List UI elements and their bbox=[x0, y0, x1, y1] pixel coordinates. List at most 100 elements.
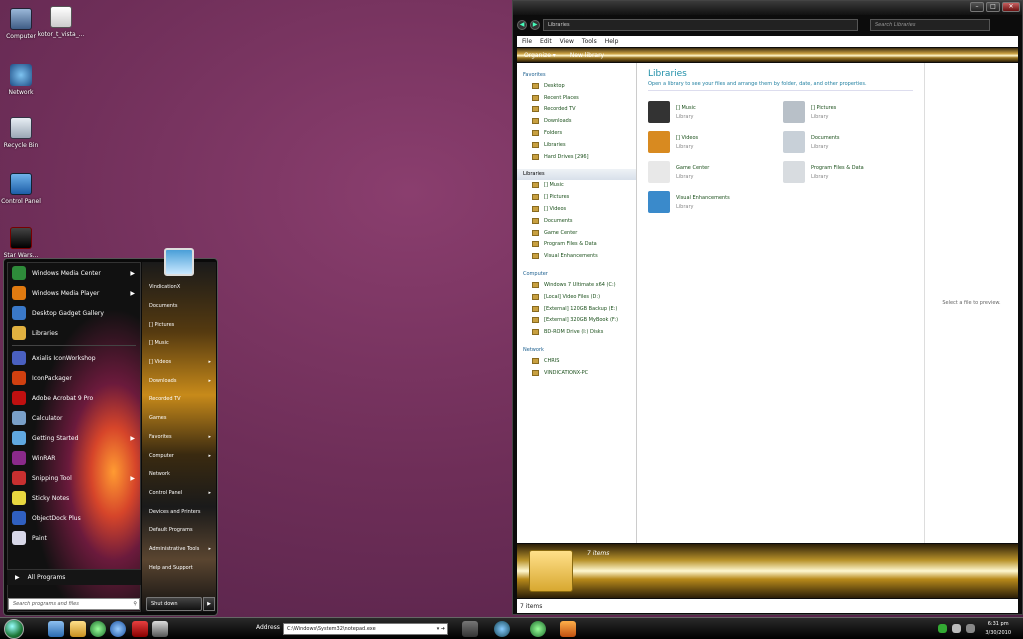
start-place-item[interactable]: Recorded TV bbox=[142, 390, 216, 409]
nav-item[interactable]: Program Files & Data bbox=[517, 239, 636, 251]
start-program-item[interactable]: Calculator bbox=[8, 408, 140, 428]
nav-item[interactable]: VINDICATIONX-PC bbox=[517, 367, 636, 379]
back-button[interactable]: ◀ bbox=[517, 20, 527, 30]
nav-item[interactable]: Libraries bbox=[517, 139, 636, 151]
start-place-item[interactable]: VindicationX bbox=[142, 278, 216, 297]
start-place-item[interactable]: Default Programs bbox=[142, 521, 216, 540]
nav-libraries-header[interactable]: Libraries bbox=[517, 168, 636, 180]
start-program-item[interactable]: Windows Media Center ▶ bbox=[8, 263, 140, 283]
nav-computer-header[interactable]: Computer bbox=[517, 268, 636, 279]
search-input[interactable]: Search Libraries bbox=[870, 19, 990, 31]
start-program-item[interactable]: Snipping Tool ▶ bbox=[8, 468, 140, 488]
start-program-item[interactable]: ObjectDock Plus bbox=[8, 508, 140, 528]
window-taskbar-icon[interactable] bbox=[462, 621, 478, 637]
forward-button[interactable]: ▶ bbox=[530, 20, 540, 30]
menu-tools[interactable]: Tools bbox=[582, 38, 597, 45]
start-button[interactable] bbox=[4, 619, 24, 639]
start-place-item[interactable]: Downloads ▸ bbox=[142, 371, 216, 390]
nav-item[interactable]: Hard Drives [296] bbox=[517, 151, 636, 163]
minimize-button[interactable]: – bbox=[970, 2, 984, 12]
menu-file[interactable]: File bbox=[522, 38, 532, 45]
media-center-running-taskbar-icon[interactable] bbox=[530, 621, 546, 637]
start-place-item[interactable]: Documents bbox=[142, 297, 216, 316]
new-library-button[interactable]: New library bbox=[570, 52, 604, 59]
volume-icon[interactable] bbox=[952, 624, 961, 633]
nav-item[interactable]: Desktop bbox=[517, 80, 636, 92]
address-bar[interactable]: Libraries bbox=[543, 19, 858, 31]
user-avatar[interactable] bbox=[164, 248, 194, 276]
nav-item[interactable]: Recorded TV bbox=[517, 104, 636, 116]
desktop-icon-network[interactable]: Network bbox=[0, 64, 46, 96]
start-program-item[interactable]: Getting Started ▶ bbox=[8, 428, 140, 448]
start-place-item[interactable]: Devices and Printers bbox=[142, 502, 216, 521]
nav-item[interactable]: [External] 320GB MyBook (F:) bbox=[517, 315, 636, 327]
nav-item[interactable]: [] Music bbox=[517, 180, 636, 192]
desktop-icon-kotor-file[interactable]: kotor_t_vista_... bbox=[36, 6, 86, 38]
app-taskbar-icon-2[interactable] bbox=[152, 621, 168, 637]
nav-item[interactable]: [] Pictures bbox=[517, 191, 636, 203]
media-center-taskbar-icon[interactable] bbox=[90, 621, 106, 637]
start-program-item[interactable]: Adobe Acrobat 9 Pro bbox=[8, 388, 140, 408]
start-place-item[interactable]: Computer ▸ bbox=[142, 446, 216, 465]
start-place-item[interactable]: Favorites ▸ bbox=[142, 428, 216, 447]
start-program-item[interactable]: Libraries bbox=[8, 323, 140, 343]
nav-item[interactable]: Documents bbox=[517, 215, 636, 227]
library-item[interactable]: Visual Enhancements Library bbox=[648, 189, 778, 215]
nav-item[interactable]: BD-ROM Drive (I:) Disks bbox=[517, 326, 636, 338]
start-program-item[interactable]: Paint bbox=[8, 528, 140, 548]
library-item[interactable]: [] Videos Library bbox=[648, 129, 778, 155]
start-program-item[interactable]: IconPackager bbox=[8, 368, 140, 388]
maximize-button[interactable]: □ bbox=[986, 2, 1000, 12]
shutdown-options-button[interactable]: ▶ bbox=[203, 597, 215, 611]
media-player-running-taskbar-icon[interactable] bbox=[560, 621, 576, 637]
title-bar[interactable] bbox=[513, 1, 1022, 15]
explorer-taskbar-icon[interactable] bbox=[48, 621, 64, 637]
organize-button[interactable]: Organize ▾ bbox=[524, 52, 556, 59]
start-place-item[interactable]: Control Panel ▸ bbox=[142, 484, 216, 503]
nav-item[interactable]: [Local] Video Files (D:) bbox=[517, 291, 636, 303]
nav-item[interactable]: Game Center bbox=[517, 227, 636, 239]
nav-item[interactable]: [External] 120GB Backup (E:) bbox=[517, 303, 636, 315]
library-item[interactable]: [] Music Library bbox=[648, 99, 778, 125]
start-search-input[interactable]: Search programs and files ⚲ bbox=[8, 598, 140, 610]
nav-item[interactable]: Folders bbox=[517, 127, 636, 139]
clock[interactable]: 6:31 pm 3/30/2010 bbox=[985, 620, 1011, 638]
start-place-item[interactable]: Administrative Tools ▸ bbox=[142, 540, 216, 559]
nav-network-header[interactable]: Network bbox=[517, 344, 636, 355]
explorer-running-taskbar-icon[interactable] bbox=[494, 621, 510, 637]
start-place-item[interactable]: Games bbox=[142, 409, 216, 428]
close-button[interactable]: ✕ bbox=[1002, 2, 1020, 12]
tray-icon[interactable] bbox=[938, 624, 947, 633]
all-programs-button[interactable]: ▶ All Programs bbox=[7, 569, 141, 585]
start-program-item[interactable]: Desktop Gadget Gallery bbox=[8, 303, 140, 323]
folder-taskbar-icon[interactable] bbox=[70, 621, 86, 637]
library-item[interactable]: Program Files & Data Library bbox=[783, 159, 913, 185]
app-taskbar-icon[interactable] bbox=[132, 621, 148, 637]
go-arrow-icon[interactable]: ▾ ➜ bbox=[437, 626, 445, 632]
start-place-item[interactable]: Network bbox=[142, 465, 216, 484]
start-place-item[interactable]: [] Pictures bbox=[142, 315, 216, 334]
shutdown-button[interactable]: Shut down bbox=[146, 597, 202, 611]
menu-edit[interactable]: Edit bbox=[540, 38, 552, 45]
library-item[interactable]: Documents Library bbox=[783, 129, 913, 155]
library-item[interactable]: Game Center Library bbox=[648, 159, 778, 185]
start-program-item[interactable]: Axialis IconWorkshop bbox=[8, 348, 140, 368]
menu-view[interactable]: View bbox=[560, 38, 574, 45]
menu-help[interactable]: Help bbox=[605, 38, 619, 45]
nav-item[interactable]: Visual Enhancements bbox=[517, 250, 636, 262]
start-program-item[interactable]: Windows Media Player ▶ bbox=[8, 283, 140, 303]
nav-item[interactable]: Downloads bbox=[517, 115, 636, 127]
nav-item[interactable]: CHRIS bbox=[517, 355, 636, 367]
start-program-item[interactable]: Sticky Notes bbox=[8, 488, 140, 508]
nav-item[interactable]: Windows 7 Ultimate x64 (C:) bbox=[517, 279, 636, 291]
address-toolbar-input[interactable]: C:\Windows\System32\notepad.exe ▾ ➜ bbox=[283, 623, 448, 635]
start-place-item[interactable]: Help and Support bbox=[142, 558, 216, 577]
start-program-item[interactable]: WinRAR bbox=[8, 448, 140, 468]
desktop-icon-star-wars[interactable]: Star Wars... bbox=[0, 227, 46, 259]
internet-explorer-taskbar-icon[interactable] bbox=[110, 621, 126, 637]
start-place-item[interactable]: [] Videos ▸ bbox=[142, 353, 216, 372]
desktop-icon-control-panel[interactable]: Control Panel bbox=[0, 173, 46, 205]
desktop-icon-recycle-bin[interactable]: Recycle Bin bbox=[0, 117, 46, 149]
start-place-item[interactable]: [] Music bbox=[142, 334, 216, 353]
library-item[interactable]: [] Pictures Library bbox=[783, 99, 913, 125]
